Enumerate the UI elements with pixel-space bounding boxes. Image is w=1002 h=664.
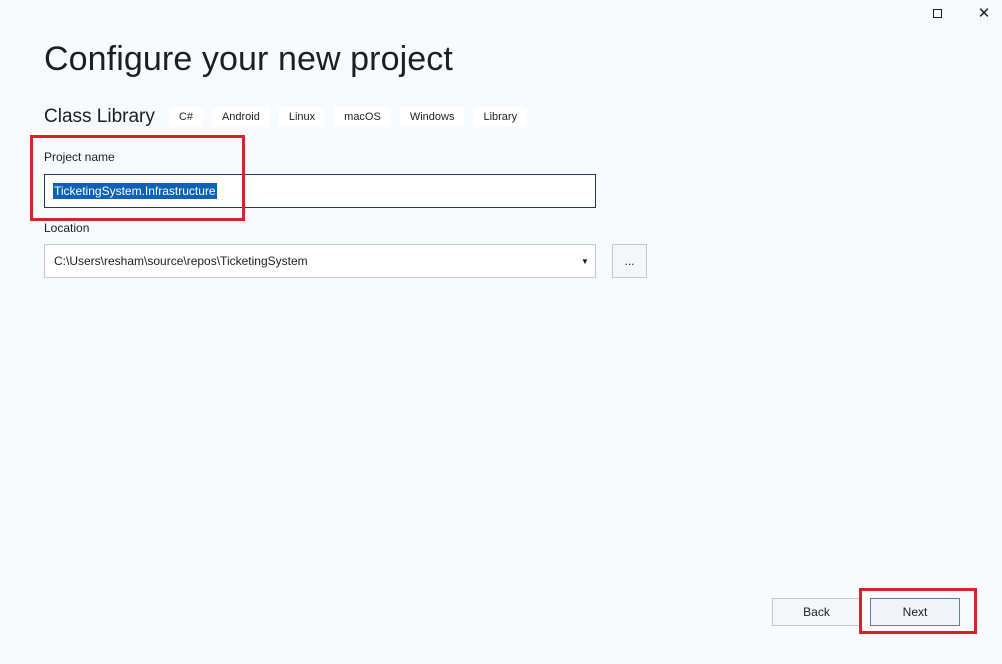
close-icon: ✕ xyxy=(977,3,991,22)
page-title: Configure your new project xyxy=(44,40,453,78)
browse-location-button[interactable]: ... xyxy=(612,244,647,278)
next-button-highlight xyxy=(859,588,977,634)
tag-platform-linux: Linux xyxy=(278,107,326,127)
back-button[interactable]: Back xyxy=(772,598,861,626)
template-name: Class Library xyxy=(44,106,155,127)
tag-platform-macos: macOS xyxy=(334,107,391,127)
location-label: Location xyxy=(44,221,90,235)
tag-platform-windows: Windows xyxy=(399,107,465,127)
project-name-highlight xyxy=(30,135,245,221)
tag-project-type: Library xyxy=(473,107,528,127)
location-combobox[interactable]: C:\Users\resham\source\repos\TicketingSy… xyxy=(44,244,596,278)
template-info: Class Library C# Android Linux macOS Win… xyxy=(44,105,536,129)
tag-language: C# xyxy=(168,107,203,127)
location-value: C:\Users\resham\source\repos\TicketingSy… xyxy=(54,254,308,268)
chevron-down-icon[interactable]: ▼ xyxy=(575,257,595,266)
maximize-button[interactable] xyxy=(914,0,960,26)
maximize-icon xyxy=(932,8,942,18)
close-button[interactable]: ✕ xyxy=(961,0,1002,26)
tag-platform-android: Android xyxy=(211,107,270,127)
configure-project-dialog: ✕ Configure your new project Class Libra… xyxy=(0,0,1002,664)
